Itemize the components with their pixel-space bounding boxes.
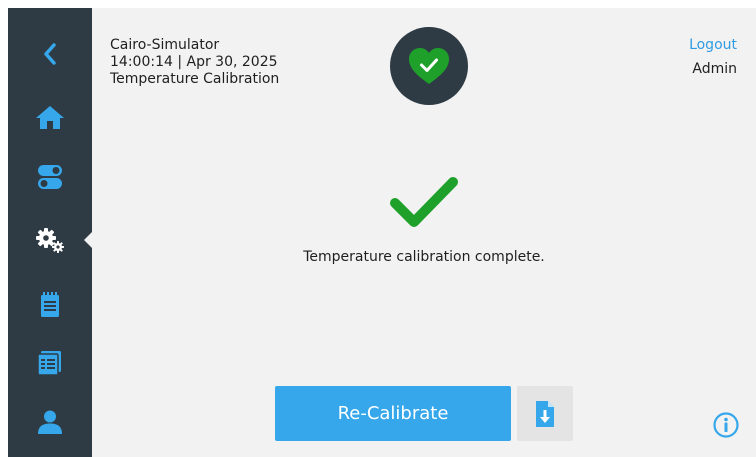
datetime: 14:00:14 | Apr 30, 2025 xyxy=(110,54,278,70)
chevron-left-icon xyxy=(44,43,56,65)
sidebar-item-notes[interactable] xyxy=(8,280,92,330)
sidebar-item-users[interactable] xyxy=(8,397,92,447)
app-screen: Cairo-Simulator 14:00:14 | Apr 30, 2025 … xyxy=(8,8,756,457)
file-download-icon xyxy=(536,400,554,427)
info-button[interactable] xyxy=(713,412,739,438)
list-icon xyxy=(38,351,61,375)
app-name: Cairo-Simulator xyxy=(110,37,220,53)
status-indicator xyxy=(390,27,468,105)
checkmark-icon xyxy=(390,177,458,227)
toggle-icon xyxy=(38,165,62,189)
sidebar-item-back[interactable] xyxy=(8,29,92,79)
sidebar-item-logs[interactable] xyxy=(8,338,92,388)
notepad-icon xyxy=(41,292,59,317)
user-icon xyxy=(38,410,62,434)
info-icon xyxy=(713,412,739,438)
active-indicator xyxy=(84,231,93,249)
logout-link[interactable]: Logout xyxy=(689,37,737,53)
sidebar xyxy=(8,8,93,457)
header-info: Cairo-Simulator 14:00:14 | Apr 30, 2025 … xyxy=(110,37,279,88)
gears-icon xyxy=(36,228,64,253)
heart-check-icon xyxy=(409,48,449,84)
sidebar-item-home[interactable] xyxy=(8,92,92,142)
recalibrate-button[interactable]: Re-Calibrate xyxy=(275,386,511,441)
status-message: Temperature calibration complete. xyxy=(303,249,545,265)
sidebar-item-settings[interactable] xyxy=(8,215,92,265)
page-title: Temperature Calibration xyxy=(110,71,280,87)
home-icon xyxy=(36,106,64,129)
user-name: Admin xyxy=(692,61,737,77)
sidebar-item-toggles[interactable] xyxy=(8,152,92,202)
result-check xyxy=(389,175,459,235)
export-button[interactable] xyxy=(517,386,573,441)
